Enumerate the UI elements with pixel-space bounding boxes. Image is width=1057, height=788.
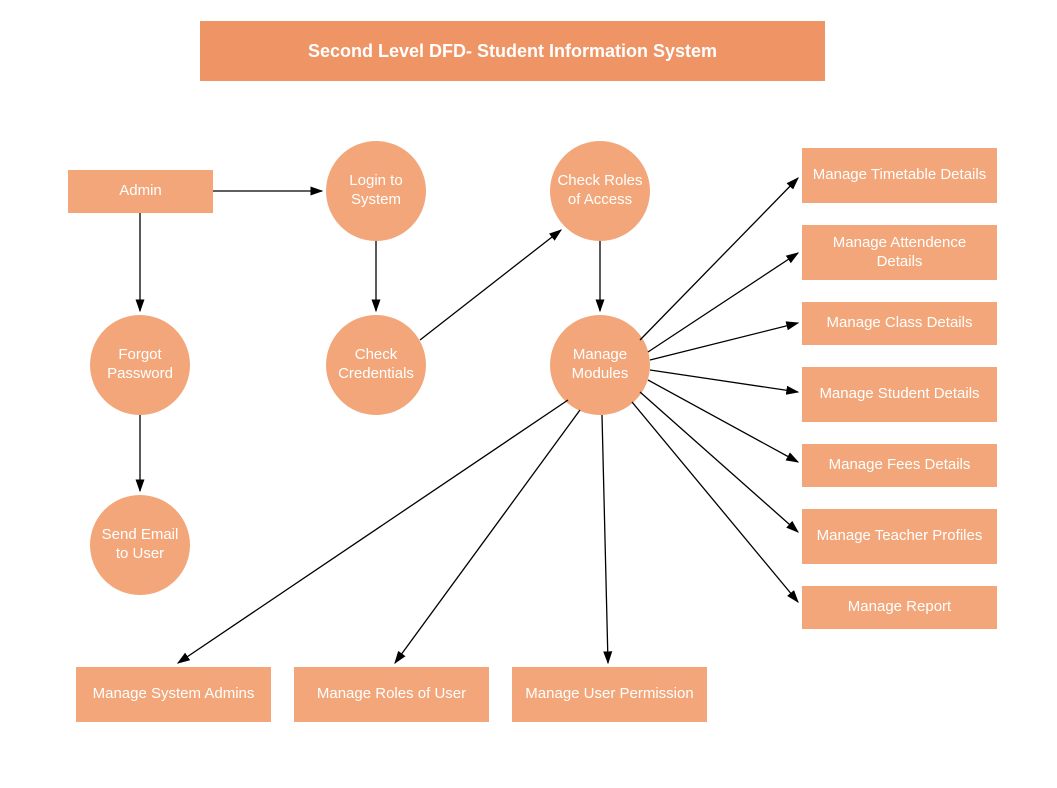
node-manage-teacher: Manage Teacher Profiles xyxy=(802,509,997,564)
node-admin: Admin xyxy=(68,170,213,213)
node-send-email: Send Email to User xyxy=(90,495,190,595)
node-manage-attendence: Manage Attendence Details xyxy=(802,225,997,280)
node-manage-student: Manage Student Details xyxy=(802,367,997,422)
node-manage-roles-user: Manage Roles of User xyxy=(294,667,489,722)
node-manage-fees: Manage Fees Details xyxy=(802,444,997,487)
node-check-credentials: Check Credentials xyxy=(326,315,426,415)
node-manage-class: Manage Class Details xyxy=(802,302,997,345)
node-manage-report: Manage Report xyxy=(802,586,997,629)
node-login: Login to System xyxy=(326,141,426,241)
node-manage-timetable: Manage Timetable Details xyxy=(802,148,997,203)
node-check-roles: Check Roles of Access xyxy=(550,141,650,241)
diagram-title: Second Level DFD- Student Information Sy… xyxy=(200,21,825,81)
node-manage-modules: Manage Modules xyxy=(550,315,650,415)
node-forgot-password: Forgot Password xyxy=(90,315,190,415)
node-manage-system-admins: Manage System Admins xyxy=(76,667,271,722)
node-manage-user-permission: Manage User Permission xyxy=(512,667,707,722)
